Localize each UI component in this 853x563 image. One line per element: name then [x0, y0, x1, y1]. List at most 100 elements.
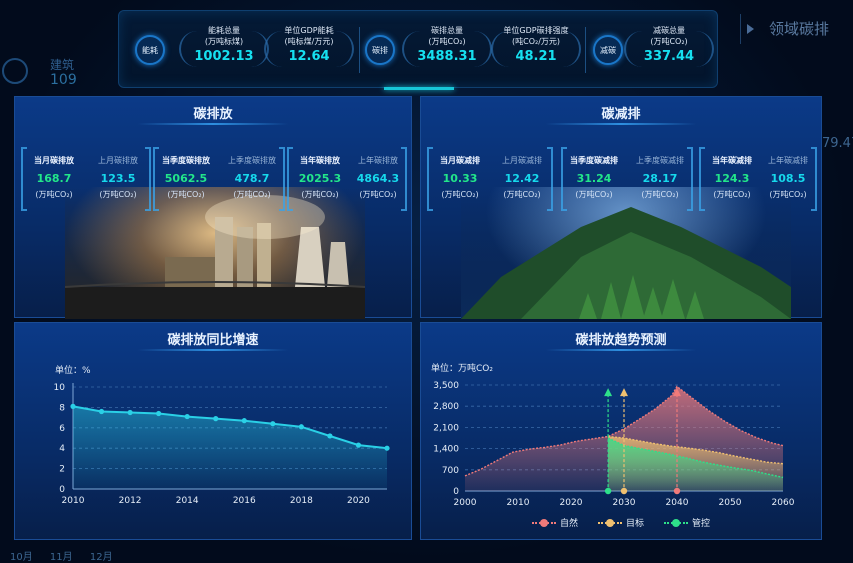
stat-unit: (万吨CO₂) [641, 190, 679, 199]
y-tick-label: 6 [59, 424, 65, 434]
forecast-area-chart[interactable]: 单位：万吨CO₂ 0 700 1,400 2,100 2,800 3,500 2000 201… [421, 323, 823, 541]
x-tick-label: 2014 [176, 496, 199, 506]
x-tick-label: 2030 [613, 498, 636, 508]
month-label: 12月 [89, 552, 113, 563]
legend-label: 管控 [692, 519, 711, 529]
data-point [355, 442, 362, 448]
y-tick-label: 2,100 [433, 423, 459, 433]
stat-current-quarter: 当季度碳减排 31.24 (万吨CO₂) [561, 155, 627, 200]
growth-unit-label: 单位：% [55, 364, 91, 376]
stat-value: 123.5 [100, 172, 136, 185]
legend-item[interactable]: 自然 [531, 516, 578, 529]
y-tick-label: 0 [59, 485, 65, 495]
background-right-title[interactable]: 领域碳排 [740, 14, 850, 44]
x-tick-label: 2060 [772, 498, 795, 508]
reduction-stats: 当月碳减排 10.33 (万吨CO₂) 上月碳减排 12.42 (万吨CO₂) … [427, 147, 817, 211]
growth-line-chart[interactable]: 单位：% 0 2 4 6 8 10 2010 2012 2014 2016 2018 2020 [15, 323, 413, 541]
kpi-label: 碳排总量 [431, 26, 463, 35]
y-tick-label: 0 [453, 487, 459, 497]
stat-value: 31.24 [576, 172, 612, 185]
kpi-header: 能耗 能耗总量 (万吨标煤) 1002.13 单位GDP能耗 (吨标煤/万元) … [118, 10, 718, 90]
stat-label: 当月碳排放 [34, 156, 74, 165]
data-point [270, 421, 276, 427]
stat-block-quarter: 当季度碳减排 31.24 (万吨CO₂) 上季度碳减排 28.17 (万吨CO₂… [561, 147, 693, 211]
stat-label: 上季度碳排放 [228, 156, 276, 165]
stat-current-quarter: 当季度碳排放 5062.5 (万吨CO₂) [153, 155, 219, 200]
stat-value: 168.7 [36, 172, 72, 185]
data-point [127, 409, 133, 416]
kpi-unit: (吨标煤/万元) [284, 37, 334, 46]
forecast-chart-panel: 碳排放趋势预测 单位：万吨CO₂ 0 700 1,400 2,100 2,800 3,50… [420, 322, 822, 540]
kpi-label: 单位GDP碳排强度 [503, 26, 569, 35]
kpi-unit: (万吨CO₂) [650, 37, 688, 46]
stat-block-month: 当月碳减排 10.33 (万吨CO₂) 上月碳减排 12.42 (万吨CO₂) [427, 147, 553, 211]
stat-label: 上年碳排放 [358, 156, 398, 165]
y-tick-label: 2,800 [433, 402, 459, 412]
data-point [384, 445, 390, 451]
data-point [70, 403, 76, 409]
y-tick-label: 2 [59, 465, 65, 475]
reduction-badge-label: 减碳 [600, 45, 616, 55]
reduction-panel-title: 碳减排 [601, 107, 641, 122]
emission-badge-label: 碳排 [372, 45, 388, 55]
stat-last-month: 上月碳排放 123.5 (万吨CO₂) [85, 155, 151, 200]
kpi-label: 能耗总量 [208, 26, 240, 35]
x-tick-label: 2050 [719, 498, 742, 508]
stat-last-year: 上年碳减排 108.5 (万吨CO₂) [755, 155, 821, 200]
background-right-title-text: 领域碳排 [769, 20, 830, 38]
data-point [156, 410, 162, 417]
emission-panel: 碳排放 当月碳排放 168.7 (万吨CO₂) 上月碳排放 123.5 (万吨C… [14, 96, 412, 319]
kpi-value: 1002.13 [194, 49, 254, 64]
marker-arrow [604, 388, 613, 397]
stat-unit: (万吨CO₂) [35, 190, 73, 199]
x-tick-label: 2020 [560, 498, 583, 508]
stat-value: 4864.3 [356, 172, 400, 185]
kpi-unit: (万吨CO₂) [428, 37, 466, 46]
stat-current-month: 当月碳排放 168.7 (万吨CO₂) [21, 155, 87, 200]
stat-label: 当月碳减排 [440, 156, 480, 165]
stat-value: 10.33 [442, 172, 478, 185]
data-point [213, 416, 219, 422]
stat-value: 108.5 [770, 172, 806, 185]
background-left-label: 建筑 [50, 58, 75, 72]
background-left-value: 109 [50, 72, 77, 88]
x-tick-label: 2040 [666, 498, 689, 508]
marker-arrow [620, 388, 628, 397]
kpi-unit: (吨CO₂/万元) [511, 37, 561, 46]
legend-swatch [531, 518, 556, 527]
kpi-divider [359, 27, 360, 73]
x-tick-label: 2010 [62, 496, 85, 506]
stat-label: 当季度碳减排 [570, 156, 618, 165]
stat-block-year: 当年碳排放 2025.3 (万吨CO₂) 上年碳排放 4864.3 (万吨CO₂… [287, 147, 407, 211]
forecast-legend: 自然 目标 管控 [421, 516, 821, 529]
emission-badge[interactable]: 碳排 [365, 35, 395, 65]
stat-unit: (万吨CO₂) [575, 190, 613, 199]
emission-stats: 当月碳排放 168.7 (万吨CO₂) 上月碳排放 123.5 (万吨CO₂) … [21, 147, 407, 211]
stat-value: 2025.3 [298, 172, 342, 185]
stat-unit: (万吨CO₂) [301, 190, 339, 199]
stat-value: 478.7 [234, 172, 270, 185]
stat-unit: (万吨CO₂) [167, 190, 205, 199]
y-tick-label: 1,400 [433, 445, 459, 455]
energy-badge[interactable]: 能耗 [135, 35, 165, 65]
legend-item[interactable]: 管控 [664, 516, 710, 529]
data-point [184, 413, 190, 420]
energy-badge-label: 能耗 [142, 45, 158, 55]
forecast-unit-label: 单位：万吨CO₂ [431, 362, 493, 374]
y-tick-label: 700 [442, 466, 459, 476]
kpi-energy-total: 能耗总量 (万吨标煤) 1002.13 [179, 25, 269, 64]
kpi-value: 337.44 [643, 49, 695, 64]
reduction-badge[interactable]: 减碳 [593, 35, 623, 65]
marker-dot [673, 487, 681, 495]
x-tick-label: 2012 [119, 496, 142, 506]
growth-chart-panel: 碳排放同比增速 单位：% 0 2 4 6 8 10 2010 2012 2014 2016 2018… [14, 322, 412, 540]
stat-label: 当年碳排放 [300, 156, 340, 165]
kpi-value: 48.21 [515, 49, 557, 64]
data-point [98, 408, 105, 415]
legend-item[interactable]: 目标 [597, 516, 644, 529]
data-point [298, 424, 304, 430]
stat-last-quarter: 上季度碳排放 478.7 (万吨CO₂) [219, 155, 285, 200]
stat-value: 12.42 [504, 172, 540, 185]
y-tick-label: 4 [59, 444, 65, 454]
month-label: 11月 [49, 552, 73, 563]
